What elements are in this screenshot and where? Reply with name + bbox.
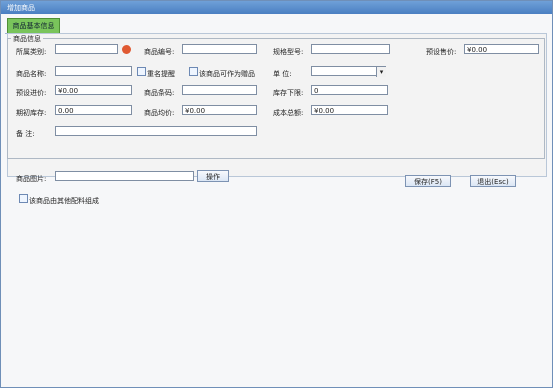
composite-label: 该商品由其他配料组成: [29, 197, 99, 205]
remark-input[interactable]: [55, 126, 257, 136]
stock-low-input[interactable]: 0: [311, 85, 388, 95]
title-bar: 增加商品: [1, 1, 552, 14]
duplicate-name-checkbox[interactable]: [137, 67, 146, 76]
code-input[interactable]: [182, 44, 257, 54]
initial-stock-label: 期初库存:: [16, 109, 47, 117]
save-button[interactable]: 保存(F5): [405, 175, 451, 187]
preset-purchase-price-label: 预设进价:: [16, 89, 47, 97]
unit-select[interactable]: [311, 66, 386, 76]
avg-price-label: 商品均价:: [144, 109, 175, 117]
image-label: 商品图片:: [16, 175, 47, 183]
search-icon[interactable]: [122, 45, 131, 54]
dialog-body: 商品基本信息 商品信息 所属类别: 商品编号: 规格型号: 预设售价: ¥0.0…: [1, 14, 552, 387]
code-label: 商品编号:: [144, 48, 175, 56]
composite-checkbox[interactable]: [19, 194, 28, 203]
barcode-label: 商品条码:: [144, 89, 175, 97]
category-label: 所属类别:: [16, 48, 47, 56]
spec-input[interactable]: [311, 44, 390, 54]
chevron-down-icon[interactable]: ▾: [376, 67, 386, 77]
remark-label: 备 注:: [16, 130, 35, 138]
name-input[interactable]: [55, 66, 132, 76]
duplicate-name-label: 重名提醒: [147, 70, 175, 78]
window: 增加商品 商品基本信息 商品信息 所属类别: 商品编号: 规格型号: 预设售价:…: [0, 0, 553, 388]
category-input[interactable]: [55, 44, 118, 54]
unit-label: 单 位:: [273, 70, 292, 78]
tab-strip: 商品基本信息: [5, 16, 546, 34]
total-cost-label: 成本总额:: [273, 109, 304, 117]
gift-label: 该商品可作为赠品: [199, 70, 255, 78]
image-input[interactable]: [55, 171, 194, 181]
gift-checkbox[interactable]: [189, 67, 198, 76]
avg-price-input[interactable]: ¥0.00: [182, 105, 257, 115]
product-info-group-title: 商品信息: [11, 34, 43, 44]
exit-button[interactable]: 退出(Esc): [470, 175, 516, 187]
window-title: 增加商品: [7, 4, 35, 12]
preset-sale-price-input[interactable]: ¥0.00: [464, 44, 539, 54]
initial-stock-input[interactable]: 0.00: [55, 105, 132, 115]
total-cost-input[interactable]: ¥0.00: [311, 105, 388, 115]
preset-sale-price-label: 预设售价:: [426, 48, 457, 56]
tab-basic-info[interactable]: 商品基本信息: [7, 18, 60, 33]
preset-purchase-price-input[interactable]: ¥0.00: [55, 85, 132, 95]
barcode-input[interactable]: [182, 85, 257, 95]
image-operation-button[interactable]: 操作: [197, 170, 229, 182]
spec-label: 规格型号:: [273, 48, 304, 56]
stock-low-label: 库存下限:: [273, 89, 304, 97]
name-label: 商品名称:: [16, 70, 47, 78]
